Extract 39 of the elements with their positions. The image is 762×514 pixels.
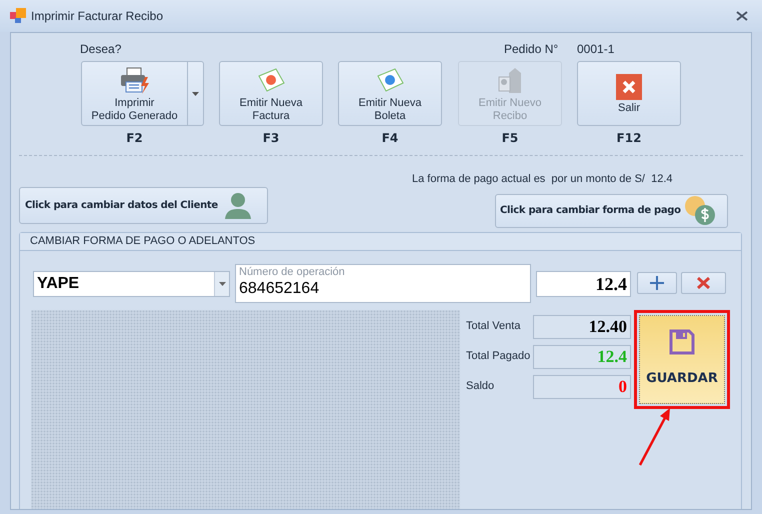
window-title: Imprimir Facturar Recibo <box>31 8 164 25</box>
close-icon[interactable] <box>736 11 748 21</box>
total-label: Total Pagado <box>466 349 532 364</box>
action-button[interactable]: Emitir Nueva Factura <box>219 61 323 126</box>
coins-icon <box>682 194 717 226</box>
person-icon <box>224 191 252 219</box>
total-value: 0 <box>533 374 631 398</box>
shortcut-key: F2 <box>126 129 159 147</box>
remove-button[interactable] <box>681 272 726 294</box>
total-label: Saldo <box>466 379 496 394</box>
prompt-label: Desea? <box>80 41 122 53</box>
shortcut-key: F4 <box>382 129 398 147</box>
close-icon <box>616 74 642 100</box>
action-button[interactable]: Salir <box>577 61 681 126</box>
payment-method-select[interactable]: YAPE <box>33 270 230 296</box>
order-number: 0001-1 <box>577 41 614 53</box>
add-button[interactable] <box>637 272 677 294</box>
total-value: 12.4 <box>533 344 631 368</box>
plus-icon <box>650 276 664 290</box>
group-title: CAMBIAR FORMA DE PAGO O ADELANTOS <box>20 232 741 250</box>
action-button[interactable]: Imprimir Pedido Generado <box>81 61 188 126</box>
shortcut-key: F5 <box>502 129 518 147</box>
operation-number-field[interactable]: Número de operación 684652164 <box>235 264 531 302</box>
order-label: Pedido N° <box>504 41 560 53</box>
shortcut-key: F12 <box>616 129 642 147</box>
total-label: Total Venta <box>466 319 522 334</box>
caret-icon <box>218 282 226 286</box>
change-payment-button[interactable]: Click para cambiar forma de pago <box>495 194 728 228</box>
save-button[interactable]: GUARDAR <box>639 314 725 404</box>
printer-icon <box>120 66 150 94</box>
payment-info: La forma de pago actual es por un monto de S/ 12.4 <box>411 172 674 187</box>
caret-icon <box>192 92 199 96</box>
delete-icon <box>697 276 710 288</box>
shortcut-key: F3 <box>262 129 280 147</box>
change-client-button[interactable]: Click para cambiar datos del Cliente <box>19 186 268 224</box>
total-value: 12.40 <box>533 314 631 338</box>
app-logo-icon <box>10 8 26 24</box>
action-button[interactable]: Emitir Nueva Boleta <box>338 61 442 126</box>
amount-field[interactable]: 12.4 <box>536 270 631 296</box>
